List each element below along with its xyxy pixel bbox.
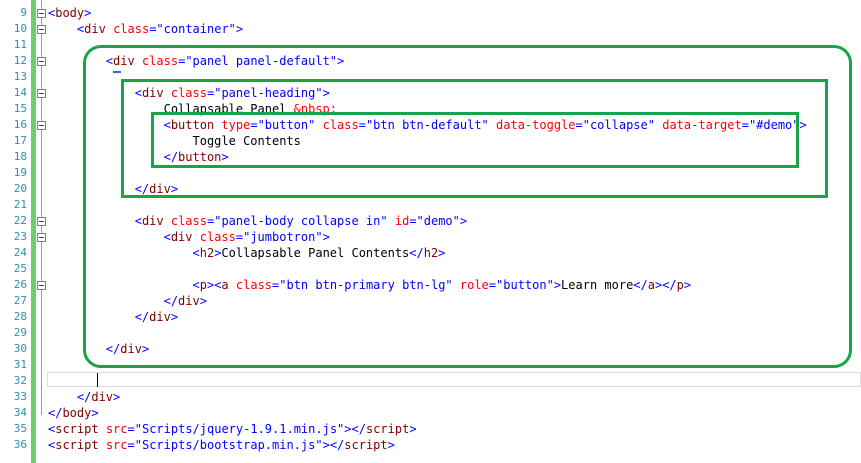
line-number: 28: [13, 310, 27, 323]
line-number: 17: [13, 134, 27, 147]
code-line[interactable]: <body>: [48, 5, 91, 21]
line-number: 20: [13, 182, 27, 195]
line-number: 24: [13, 246, 27, 259]
outline-collapse-toggle[interactable]: [37, 233, 46, 242]
line-number: 35: [13, 422, 27, 435]
code-line[interactable]: </div>: [48, 389, 120, 405]
line-number: 19: [13, 166, 27, 179]
current-line-highlight: [47, 372, 861, 387]
button-highlight-box: [151, 112, 799, 168]
code-token: </: [76, 390, 92, 404]
code-token: "container": [156, 22, 236, 36]
line-number: 13: [13, 70, 27, 83]
code-token: >: [91, 406, 99, 420]
line-number: 31: [13, 358, 27, 371]
line-number: 34: [13, 406, 27, 419]
code-token: >: [113, 390, 121, 404]
code-token: =: [127, 438, 135, 452]
line-number: 29: [13, 326, 27, 339]
code-token: >: [235, 22, 244, 36]
line-number: 23: [13, 230, 27, 243]
line-number: 9: [20, 6, 27, 19]
code-line[interactable]: <script src="Scripts/jquery-1.9.1.min.js…: [48, 421, 417, 437]
change-tracking-bar: [31, 0, 36, 463]
code-token: >: [409, 422, 417, 436]
text-caret: [97, 373, 98, 387]
code-token: class: [113, 22, 150, 36]
outline-collapse-toggle[interactable]: [37, 57, 46, 66]
code-token: >: [84, 6, 92, 20]
line-number: 14: [13, 86, 27, 99]
code-token: script: [344, 438, 388, 452]
outline-collapse-toggle[interactable]: [37, 25, 46, 34]
line-number: 12: [13, 54, 27, 67]
code-token: src: [105, 438, 128, 452]
code-token: div: [84, 22, 106, 36]
line-number: 30: [13, 342, 27, 355]
line-number: 22: [13, 214, 27, 227]
code-token: "Scripts/bootstrap.min.js": [134, 438, 323, 452]
code-token: "Scripts/jquery-1.9.1.min.js": [134, 422, 345, 436]
line-number: 21: [13, 198, 27, 211]
line-number: 25: [13, 262, 27, 275]
code-token: script: [55, 438, 99, 452]
line-number: 11: [13, 38, 27, 51]
code-token: =: [127, 422, 135, 436]
code-token: body: [62, 406, 92, 420]
code-token: body: [55, 6, 85, 20]
line-number: 36: [13, 438, 27, 451]
code-token: script: [55, 422, 99, 436]
line-number: 26: [13, 278, 27, 291]
line-number: 27: [13, 294, 27, 307]
code-line[interactable]: <div class="container">: [48, 21, 243, 37]
code-token: </: [48, 406, 63, 420]
code-line[interactable]: <script src="Scripts/bootstrap.min.js"><…: [48, 437, 395, 453]
line-number-gutter: 9 10 11 12 13 14 15 16 17 18 19 20 21 22 23 24 25 26 27 28 2…: [0, 0, 31, 463]
outline-collapse-toggle[interactable]: [37, 217, 46, 226]
code-token: >: [387, 438, 395, 452]
code-token: div: [91, 390, 114, 404]
outline-collapse-toggle[interactable]: [37, 281, 46, 290]
line-number: 33: [13, 390, 27, 403]
line-number: 32: [13, 374, 27, 387]
code-token: ></: [344, 422, 366, 436]
code-token: ></: [322, 438, 345, 452]
line-number: 15: [13, 102, 27, 115]
outline-collapse-toggle[interactable]: [37, 89, 46, 98]
code-line[interactable]: </body>: [48, 405, 99, 421]
code-token: script: [365, 422, 410, 436]
line-number: 18: [13, 150, 27, 163]
line-number: 16: [13, 118, 27, 131]
outline-collapse-toggle[interactable]: [37, 9, 46, 18]
line-number: 10: [13, 22, 27, 35]
code-token: src: [105, 422, 128, 436]
outline-collapse-toggle[interactable]: [37, 121, 46, 130]
